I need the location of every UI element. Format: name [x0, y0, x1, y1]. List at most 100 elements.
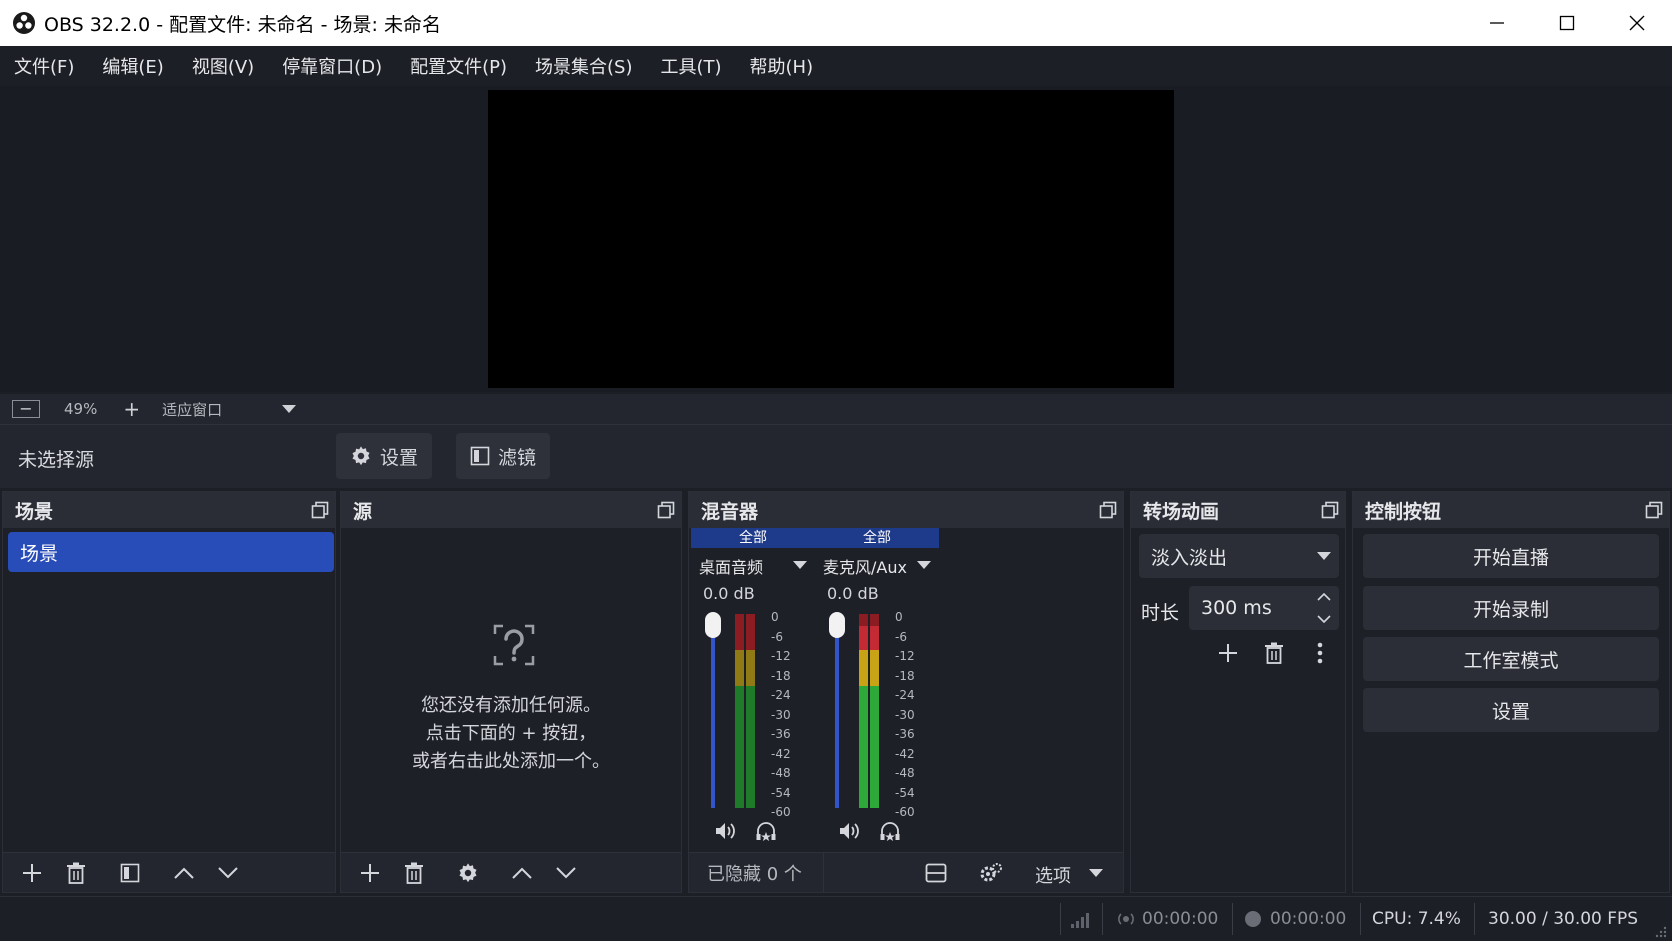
- zoom-out-button[interactable]: −: [12, 400, 40, 418]
- mixer-header: 混音器: [689, 492, 1123, 528]
- source-toolbar: 未选择源 设置 滤镜: [0, 424, 1672, 488]
- remove-transition-button[interactable]: [1259, 638, 1289, 668]
- remove-source-button[interactable]: [399, 858, 429, 888]
- mixer-title: 混音器: [701, 500, 759, 523]
- start-streaming-button[interactable]: 开始直播: [1363, 534, 1659, 578]
- chevron-down-icon[interactable]: [282, 404, 297, 414]
- advanced-audio-gear-icon[interactable]: [979, 862, 1003, 884]
- speaker-icon[interactable]: [839, 821, 861, 841]
- scale-tick: -30: [771, 707, 791, 722]
- maximize-icon: [1559, 15, 1575, 31]
- studio-mode-button[interactable]: 工作室模式: [1363, 637, 1659, 681]
- trash-icon: [405, 862, 423, 884]
- minimize-icon: [1490, 22, 1504, 24]
- chevron-up-icon: [512, 867, 532, 879]
- undock-icon[interactable]: [1099, 501, 1117, 519]
- layout-toggle-icon[interactable]: [925, 863, 947, 883]
- meter-scale: 0 -6 -12 -18 -24 -30 -36 -42 -48 -54 -60: [771, 610, 801, 825]
- status-separator: [1060, 903, 1061, 935]
- scale-tick: -36: [895, 727, 915, 741]
- menu-docks[interactable]: 停靠窗口(D): [282, 53, 382, 79]
- preview-canvas[interactable]: [488, 90, 1174, 388]
- zoom-fit-select[interactable]: 适应窗口: [162, 399, 222, 420]
- menu-edit[interactable]: 编辑(E): [102, 53, 163, 79]
- scale-tick: -24: [895, 688, 915, 702]
- scale-tick: -54: [771, 785, 791, 800]
- record-status: 00:00:00: [1244, 909, 1346, 929]
- headphones-monitor-icon[interactable]: [755, 821, 777, 843]
- add-source-button[interactable]: [355, 858, 385, 888]
- menu-help[interactable]: 帮助(H): [750, 53, 814, 79]
- minimize-button[interactable]: [1462, 0, 1532, 46]
- chevron-down-icon[interactable]: [1317, 615, 1331, 623]
- meter-scale: 0 -6 -12 -18 -24 -30 -36 -42 -48 -54 -60: [895, 610, 925, 825]
- transition-more-button[interactable]: [1305, 638, 1335, 668]
- sources-footer: [341, 852, 681, 892]
- level-meter: [859, 614, 868, 808]
- sources-title: 源: [353, 500, 373, 523]
- sources-dock[interactable]: 源 您还没有添加任何源。 点击下面的 + 按钮， 或者右击此处添加一个。: [340, 491, 682, 893]
- stream-time: 00:00:00: [1142, 909, 1219, 929]
- level-meter: [735, 614, 744, 808]
- volume-fader-track[interactable]: [835, 618, 839, 808]
- mixer-options-button[interactable]: 选项: [1035, 862, 1071, 888]
- plus-icon: [361, 863, 379, 882]
- maximize-button[interactable]: [1532, 0, 1602, 46]
- chevron-down-icon[interactable]: [917, 560, 931, 570]
- speaker-icon[interactable]: [715, 821, 737, 841]
- transitions-title: 转场动画: [1143, 500, 1220, 523]
- source-properties-button[interactable]: [453, 858, 483, 888]
- source-settings-button[interactable]: 设置: [336, 433, 433, 479]
- menu-profile[interactable]: 配置文件(P): [410, 53, 507, 79]
- scale-tick: -42: [895, 746, 915, 761]
- preview-area[interactable]: [0, 86, 1672, 392]
- move-scene-up-button[interactable]: [169, 858, 199, 888]
- menu-tools[interactable]: 工具(T): [660, 53, 721, 79]
- scenes-header: 场景: [3, 492, 335, 528]
- close-button[interactable]: [1602, 0, 1672, 46]
- mixer-footer: 已隐藏 0 个 选项: [689, 852, 1123, 893]
- start-recording-button[interactable]: 开始录制: [1363, 586, 1659, 630]
- settings-button[interactable]: 设置: [1363, 688, 1659, 732]
- menu-view[interactable]: 视图(V): [192, 53, 254, 79]
- menu-scene-collection[interactable]: 场景集合(S): [535, 53, 632, 79]
- chevron-down-icon[interactable]: [793, 560, 807, 570]
- mixer-dock: 混音器 全部 桌面音频 0.0 dB 0 -6 -12 -18 -24 -30 -36 -42…: [688, 491, 1124, 893]
- volume-fader-handle[interactable]: [829, 612, 845, 638]
- undock-icon[interactable]: [1321, 501, 1339, 519]
- undock-icon[interactable]: [311, 501, 329, 519]
- move-source-down-button[interactable]: [551, 858, 581, 888]
- undock-icon[interactable]: [657, 501, 675, 519]
- source-filters-button[interactable]: 滤镜: [456, 433, 551, 479]
- remove-scene-button[interactable]: [61, 858, 91, 888]
- scene-filters-button[interactable]: [115, 858, 145, 888]
- scenes-footer: [3, 852, 335, 892]
- resize-grip-icon[interactable]: [1654, 925, 1668, 939]
- duration-stepper[interactable]: [1309, 586, 1339, 630]
- channel-tag: 全部: [691, 528, 815, 548]
- zoom-in-button[interactable]: +: [123, 397, 140, 421]
- volume-fader-handle[interactable]: [705, 612, 721, 638]
- chevron-up-icon[interactable]: [1317, 593, 1331, 601]
- channel-name: 桌面音频: [699, 558, 764, 577]
- move-source-up-button[interactable]: [507, 858, 537, 888]
- scale-tick: -30: [895, 707, 915, 722]
- move-scene-down-button[interactable]: [213, 858, 243, 888]
- scene-list-item[interactable]: 场景: [8, 532, 334, 572]
- chevron-down-icon[interactable]: [1089, 868, 1103, 878]
- menu-file[interactable]: 文件(F): [14, 53, 74, 79]
- close-icon: [1629, 15, 1645, 31]
- transition-dropdown[interactable]: [1309, 534, 1339, 578]
- level-meter: [870, 614, 879, 808]
- scenes-title: 场景: [15, 500, 54, 523]
- add-transition-button[interactable]: [1213, 638, 1243, 668]
- scale-tick: -6: [895, 629, 907, 644]
- level-meter: [746, 614, 755, 808]
- record-dot-icon: [1245, 911, 1261, 927]
- volume-fader-track[interactable]: [711, 618, 715, 808]
- fps-text: 30.00 / 30.00 FPS: [1488, 909, 1639, 929]
- trash-icon: [67, 862, 85, 884]
- headphones-monitor-icon[interactable]: [879, 821, 901, 843]
- add-scene-button[interactable]: [17, 858, 47, 888]
- undock-icon[interactable]: [1645, 501, 1663, 519]
